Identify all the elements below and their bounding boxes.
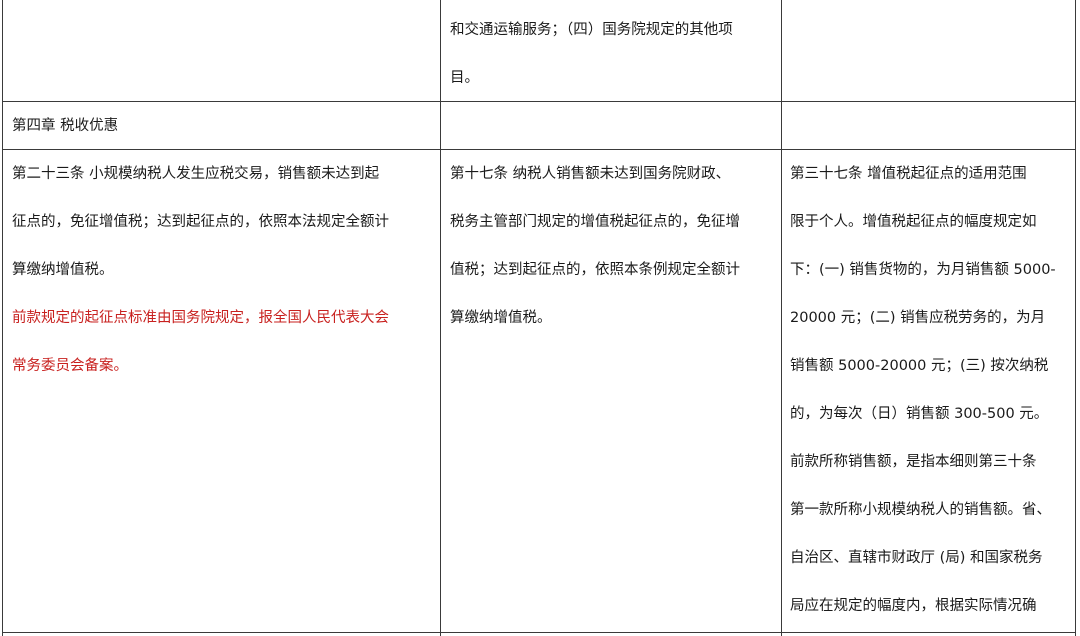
text-line: 值税；达到起征点的，依照本条例规定全额计: [450, 262, 740, 278]
cell-main-col3: 第三十七条 增值税起征点的适用范围 限于个人。增值税起征点的幅度规定如 下：(一…: [790, 150, 1074, 630]
text-line: 自治区、直辖市财政厅 (局) 和国家税务: [790, 550, 1043, 566]
text-line: 前款所称销售额，是指本细则第三十条: [790, 454, 1037, 470]
table-border-bottom: [2, 632, 1076, 633]
text-line: 和交通运输服务；（四）国务院规定的其他项: [450, 22, 733, 38]
column-divider-1: [440, 0, 441, 636]
text-line: 征点的，免征增值税；达到起征点的，依照本法规定全额计: [12, 214, 389, 230]
text-line: 销售额 5000-20000 元；(三) 按次纳税: [790, 358, 1049, 374]
column-divider-2: [781, 0, 782, 636]
highlighted-text-line: 前款规定的起征点标准由国务院规定，报全国人民代表大会: [12, 310, 389, 326]
table-border-left: [2, 0, 3, 636]
text-line: 第一款所称小规模纳税人的销售额。省、: [790, 502, 1051, 518]
chapter-heading: 第四章 税收优惠: [12, 116, 432, 136]
text-line: 20000 元；(二) 销售应税劳务的，为月: [790, 310, 1046, 326]
text-line: 的，为每次（日）销售额 300-500 元。: [790, 406, 1049, 422]
cell-main-col1: 第二十三条 小规模纳税人发生应税交易，销售额未达到起 征点的，免征增值税；达到起…: [12, 150, 440, 390]
text-line: 税务主管部门规定的增值税起征点的，免征增: [450, 214, 740, 230]
chapter-title: 第四章 税收优惠: [12, 118, 119, 134]
text-line: 第十七条 纳税人销售额未达到国务院财政、: [450, 166, 731, 182]
text-line: 局应在规定的幅度内，根据实际情况确: [790, 598, 1037, 614]
text-line: 第二十三条 小规模纳税人发生应税交易，销售额未达到起: [12, 166, 380, 182]
comparison-table: 和交通运输服务；（四）国务院规定的其他项 目。 第四章 税收优惠 第二十三条 小…: [0, 0, 1080, 636]
cell-main-col2: 第十七条 纳税人销售额未达到国务院财政、 税务主管部门规定的增值税起征点的，免征…: [450, 150, 780, 342]
text-line: 算缴纳增值税。: [12, 262, 114, 278]
text-line: 下：(一) 销售货物的，为月销售额 5000-: [790, 262, 1056, 278]
highlighted-text-line: 常务委员会备案。: [12, 358, 128, 374]
text-line: 目。: [450, 70, 479, 86]
text-line: 第三十七条 增值税起征点的适用范围: [790, 166, 1027, 182]
text-line: 限于个人。增值税起征点的幅度规定如: [790, 214, 1037, 230]
text-line: 算缴纳增值税。: [450, 310, 552, 326]
table-border-right: [1075, 0, 1076, 636]
cell-top-col2: 和交通运输服务；（四）国务院规定的其他项 目。: [450, 6, 780, 102]
